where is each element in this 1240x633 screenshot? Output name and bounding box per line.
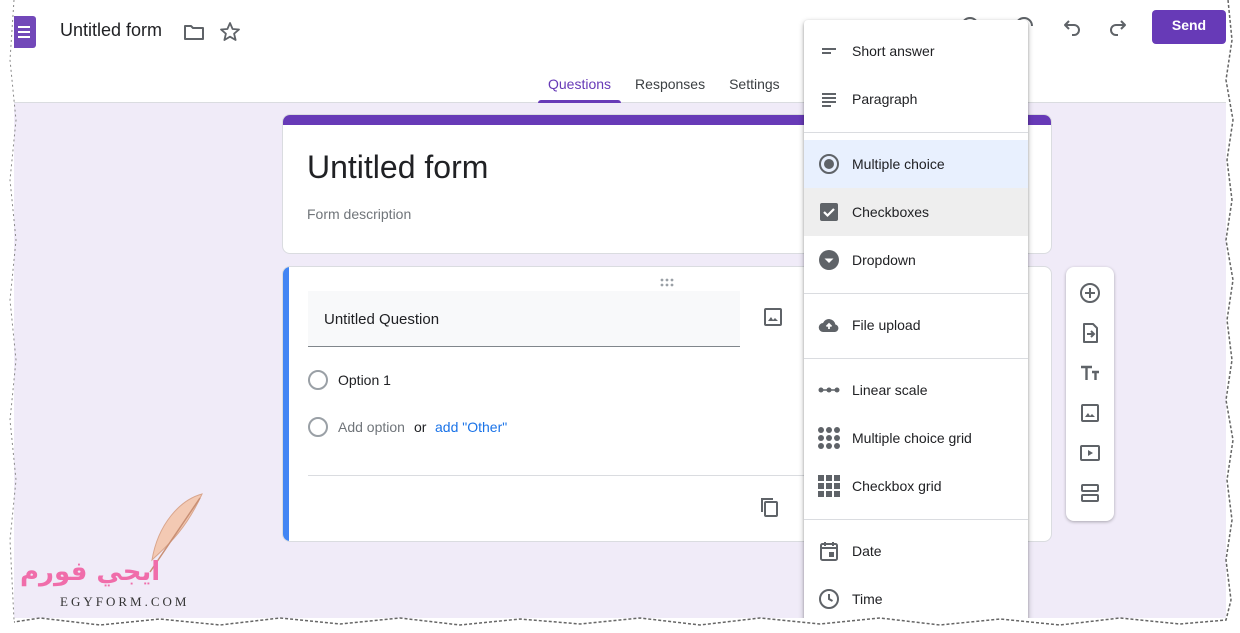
menu-item-file-upload[interactable]: File upload: [804, 301, 1028, 349]
add-section-icon[interactable]: [1078, 481, 1102, 505]
watermark-latin: EGYFORM.COM: [60, 594, 190, 609]
add-other-link[interactable]: add "Other": [435, 419, 507, 435]
add-question-icon[interactable]: [1078, 281, 1102, 305]
menu-item-label: Multiple choice grid: [852, 430, 972, 446]
menu-item-date[interactable]: Date: [804, 527, 1028, 575]
header-bar: Untitled form Send Questions Responses S…: [14, 0, 1226, 103]
tab-settings[interactable]: Settings: [719, 72, 790, 103]
menu-divider: [804, 132, 1028, 133]
floating-toolbar: [1066, 267, 1114, 521]
radio-button-icon: [817, 152, 841, 176]
menu-item-label: Linear scale: [852, 382, 928, 398]
option-radio[interactable]: [308, 370, 328, 390]
menu-item-paragraph[interactable]: Paragraph: [804, 75, 1028, 123]
or-label: or: [414, 419, 427, 435]
add-video-icon[interactable]: [1078, 441, 1102, 465]
menu-item-label: Date: [852, 543, 882, 559]
menu-divider: [804, 358, 1028, 359]
add-option-radio: [308, 417, 328, 437]
menu-item-checkboxes[interactable]: Checkboxes: [804, 188, 1028, 236]
question-title-input[interactable]: Untitled Question: [308, 291, 740, 347]
menu-item-multiple-choice[interactable]: Multiple choice: [804, 140, 1028, 188]
menu-divider: [804, 519, 1028, 520]
menu-item-linear-scale[interactable]: Linear scale: [804, 366, 1028, 414]
tab-responses[interactable]: Responses: [625, 72, 715, 103]
menu-item-multiple-choice-grid[interactable]: Multiple choice grid: [804, 414, 1028, 462]
menu-item-short-answer[interactable]: Short answer: [804, 27, 1028, 75]
forms-logo-icon[interactable]: [14, 16, 36, 48]
add-option-link[interactable]: Add option: [338, 419, 405, 435]
question-type-menu: Short answer Paragraph Multiple choice C…: [804, 20, 1028, 618]
clock-icon: [817, 587, 841, 611]
menu-item-checkbox-grid[interactable]: Checkbox grid: [804, 462, 1028, 510]
question-footer-divider: [308, 475, 828, 476]
watermark-arabic: ايجي فورم: [20, 557, 161, 587]
menu-item-dropdown[interactable]: Dropdown: [804, 236, 1028, 284]
menu-item-label: Time: [852, 591, 883, 607]
send-button[interactable]: Send: [1152, 10, 1226, 44]
dropdown-circle-icon: [817, 248, 841, 272]
short-answer-icon: [817, 39, 841, 63]
add-image-icon[interactable]: [1078, 401, 1102, 425]
cloud-upload-icon: [817, 313, 841, 337]
dots-grid-icon: [817, 426, 841, 450]
tab-questions[interactable]: Questions: [538, 72, 622, 103]
form-title-input[interactable]: Untitled form: [307, 149, 488, 186]
add-title-icon[interactable]: [1078, 361, 1102, 385]
star-icon[interactable]: [218, 20, 242, 44]
folder-icon[interactable]: [182, 20, 206, 44]
document-title[interactable]: Untitled form: [60, 20, 162, 41]
menu-item-label: File upload: [852, 317, 921, 333]
undo-icon[interactable]: [1060, 14, 1084, 38]
duplicate-icon[interactable]: [757, 495, 781, 519]
editor-tabs: Questions Responses Settings: [538, 72, 794, 103]
drag-handle-icon[interactable]: [659, 275, 675, 287]
option-1-label[interactable]: Option 1: [338, 372, 391, 388]
menu-divider: [804, 293, 1028, 294]
menu-item-label: Checkbox grid: [852, 478, 942, 494]
add-image-icon[interactable]: [761, 305, 785, 329]
menu-item-label: Dropdown: [852, 252, 916, 268]
import-questions-icon[interactable]: [1078, 321, 1102, 345]
paragraph-icon: [817, 87, 841, 111]
calendar-icon: [817, 539, 841, 563]
squares-grid-icon: [817, 474, 841, 498]
active-question-bar: [283, 267, 289, 541]
form-description-input[interactable]: Form description: [307, 206, 411, 222]
checkbox-icon: [817, 200, 841, 224]
redo-icon[interactable]: [1106, 14, 1130, 38]
menu-item-time[interactable]: Time: [804, 575, 1028, 618]
menu-item-label: Short answer: [852, 43, 935, 59]
menu-item-label: Paragraph: [852, 91, 918, 107]
linear-scale-icon: [817, 378, 841, 402]
menu-item-label: Multiple choice: [852, 156, 945, 172]
menu-item-label: Checkboxes: [852, 204, 930, 220]
